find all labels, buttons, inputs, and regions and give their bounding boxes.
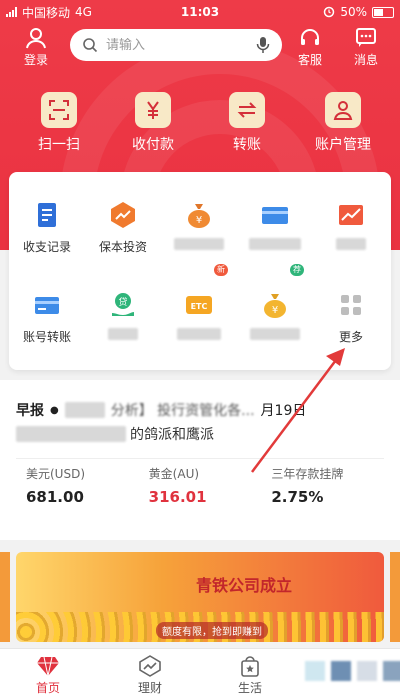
user-icon xyxy=(26,28,46,49)
chart-icon xyxy=(336,200,366,230)
transfer-icon xyxy=(229,92,265,128)
rate-value: 2.75% xyxy=(271,488,324,506)
quick-action-account[interactable]: 账户管理 xyxy=(298,92,388,154)
service-blurred-1[interactable]: ¥ xyxy=(161,200,237,253)
quick-action-label: 账户管理 xyxy=(315,137,371,153)
top-bar: 登录 客服 消息 xyxy=(0,24,400,72)
bottom-nav: 首页 理财 生活 xyxy=(0,648,400,700)
service-label: 账号转账 xyxy=(22,330,71,344)
news-subline[interactable]: 的鸽派和鹰派 xyxy=(16,424,214,444)
service-label: 保本投资 xyxy=(98,240,147,254)
service-blurred-5[interactable]: ETC 新 xyxy=(161,264,237,343)
promo-banner[interactable]: 青铁公司成立 额度有限，抢到即赚到 xyxy=(16,552,384,642)
service-label: 客服 xyxy=(297,53,322,67)
svg-text:ETC: ETC xyxy=(191,302,208,311)
nav-life[interactable]: 生活 xyxy=(210,655,290,696)
rate-gold[interactable]: 黄金(AU) 316.01 xyxy=(139,459,262,516)
quick-action-scan[interactable]: 扫一扫 xyxy=(14,92,104,154)
rate-value: 681.00 xyxy=(26,488,84,506)
service-label: 收支记录 xyxy=(22,240,71,254)
card-icon xyxy=(260,200,290,230)
search-input[interactable] xyxy=(106,37,236,53)
services-card: 收支记录 保本投资 ¥ 账号转账 贷 ETC 新 ¥ 荐 更多 xyxy=(9,172,391,370)
search-bar[interactable] xyxy=(70,29,282,61)
login-button[interactable]: 登录 xyxy=(14,26,58,68)
microphone-icon[interactable] xyxy=(256,36,270,54)
account-transfer-icon xyxy=(32,290,62,320)
new-badge: 新 xyxy=(214,264,228,276)
quick-action-label: 转账 xyxy=(233,137,261,153)
quick-action-payments[interactable]: 收付款 xyxy=(108,92,198,154)
money-bag-icon: ¥ 荐 xyxy=(260,264,304,320)
banner-title: 青铁公司成立 xyxy=(196,576,293,595)
news-headline[interactable]: 早报 ● 分析】 投行资管化各... 月19日 xyxy=(16,400,306,420)
service-blurred-3[interactable] xyxy=(313,200,389,253)
service-blurred-2[interactable] xyxy=(237,200,313,253)
yen-icon xyxy=(135,92,171,128)
rate-usd[interactable]: 美元(USD) 681.00 xyxy=(16,459,139,516)
diamond-icon xyxy=(37,656,59,677)
search-icon xyxy=(83,38,98,53)
service-blurred-6[interactable]: ¥ 荐 xyxy=(237,264,313,343)
nav-label: 首页 xyxy=(35,681,60,695)
recommend-badge: 荐 xyxy=(290,264,304,276)
loan-icon: 贷 xyxy=(108,290,138,320)
news-date: 月19日 xyxy=(260,403,307,419)
rates-strip[interactable]: 美元(USD) 681.00 黄金(AU) 316.01 三年存款挂牌 2.75… xyxy=(16,458,384,516)
service-label: 更多 xyxy=(338,330,363,344)
service-guaranteed-investment[interactable]: 保本投资 xyxy=(85,200,161,255)
rate-label: 黄金(AU) xyxy=(148,467,200,481)
service-ledger[interactable]: 收支记录 xyxy=(9,200,85,255)
status-bar: 中国移动 4G 11:03 50% xyxy=(0,0,400,24)
message-icon xyxy=(356,28,376,47)
service-blurred-4[interactable]: 贷 xyxy=(85,290,161,343)
news-prefix: 早报 xyxy=(16,403,44,419)
news-subtext: 的鸽派和鹰派 xyxy=(130,427,214,443)
account-icon xyxy=(325,92,361,128)
banner-edge-left xyxy=(0,552,10,642)
battery-icon xyxy=(372,6,394,18)
alarm-icon xyxy=(324,6,335,18)
money-bag-icon: ¥ xyxy=(184,200,214,230)
news-section[interactable]: 早报 ● 分析】 投行资管化各... 月19日 的鸽派和鹰派 美元(USD) 6… xyxy=(0,380,400,540)
shopping-bag-icon xyxy=(241,656,259,677)
quick-action-label: 收付款 xyxy=(132,137,174,153)
wealth-icon xyxy=(139,655,161,677)
service-more[interactable]: 更多 xyxy=(313,290,389,345)
nav-wealth[interactable]: 理财 xyxy=(110,655,190,696)
service-account-transfer[interactable]: 账号转账 xyxy=(9,290,85,345)
svg-text:贷: 贷 xyxy=(118,296,127,308)
svg-text:¥: ¥ xyxy=(196,215,202,226)
nav-home[interactable]: 首页 xyxy=(8,655,88,696)
rate-label: 美元(USD) xyxy=(26,467,86,481)
news-text: 分析】 投行资管化各... xyxy=(110,403,255,419)
banner-caption: 额度有限，抢到即赚到 xyxy=(156,622,268,639)
scan-icon xyxy=(41,92,77,128)
svg-text:¥: ¥ xyxy=(272,305,278,316)
banner-edge-right xyxy=(390,552,400,642)
rate-value: 316.01 xyxy=(148,488,207,506)
headset-icon xyxy=(301,29,319,45)
trend-icon xyxy=(108,200,138,230)
nav-label: 生活 xyxy=(237,681,262,695)
ledger-icon xyxy=(32,200,62,230)
nav-label: 理财 xyxy=(137,681,162,695)
etc-icon: ETC 新 xyxy=(184,264,228,320)
quick-action-transfer[interactable]: 转账 xyxy=(202,92,292,154)
nav-blurred-items[interactable] xyxy=(305,661,400,681)
grid-icon xyxy=(336,290,366,320)
customer-service-button[interactable]: 客服 xyxy=(288,26,332,68)
rate-label: 三年存款挂牌 xyxy=(271,467,344,481)
battery-percent: 50% xyxy=(340,5,367,19)
messages-button[interactable]: 消息 xyxy=(344,26,388,68)
message-label: 消息 xyxy=(353,53,378,67)
login-label: 登录 xyxy=(23,53,48,67)
rate-deposit[interactable]: 三年存款挂牌 2.75% xyxy=(261,459,384,516)
quick-action-label: 扫一扫 xyxy=(38,137,80,153)
